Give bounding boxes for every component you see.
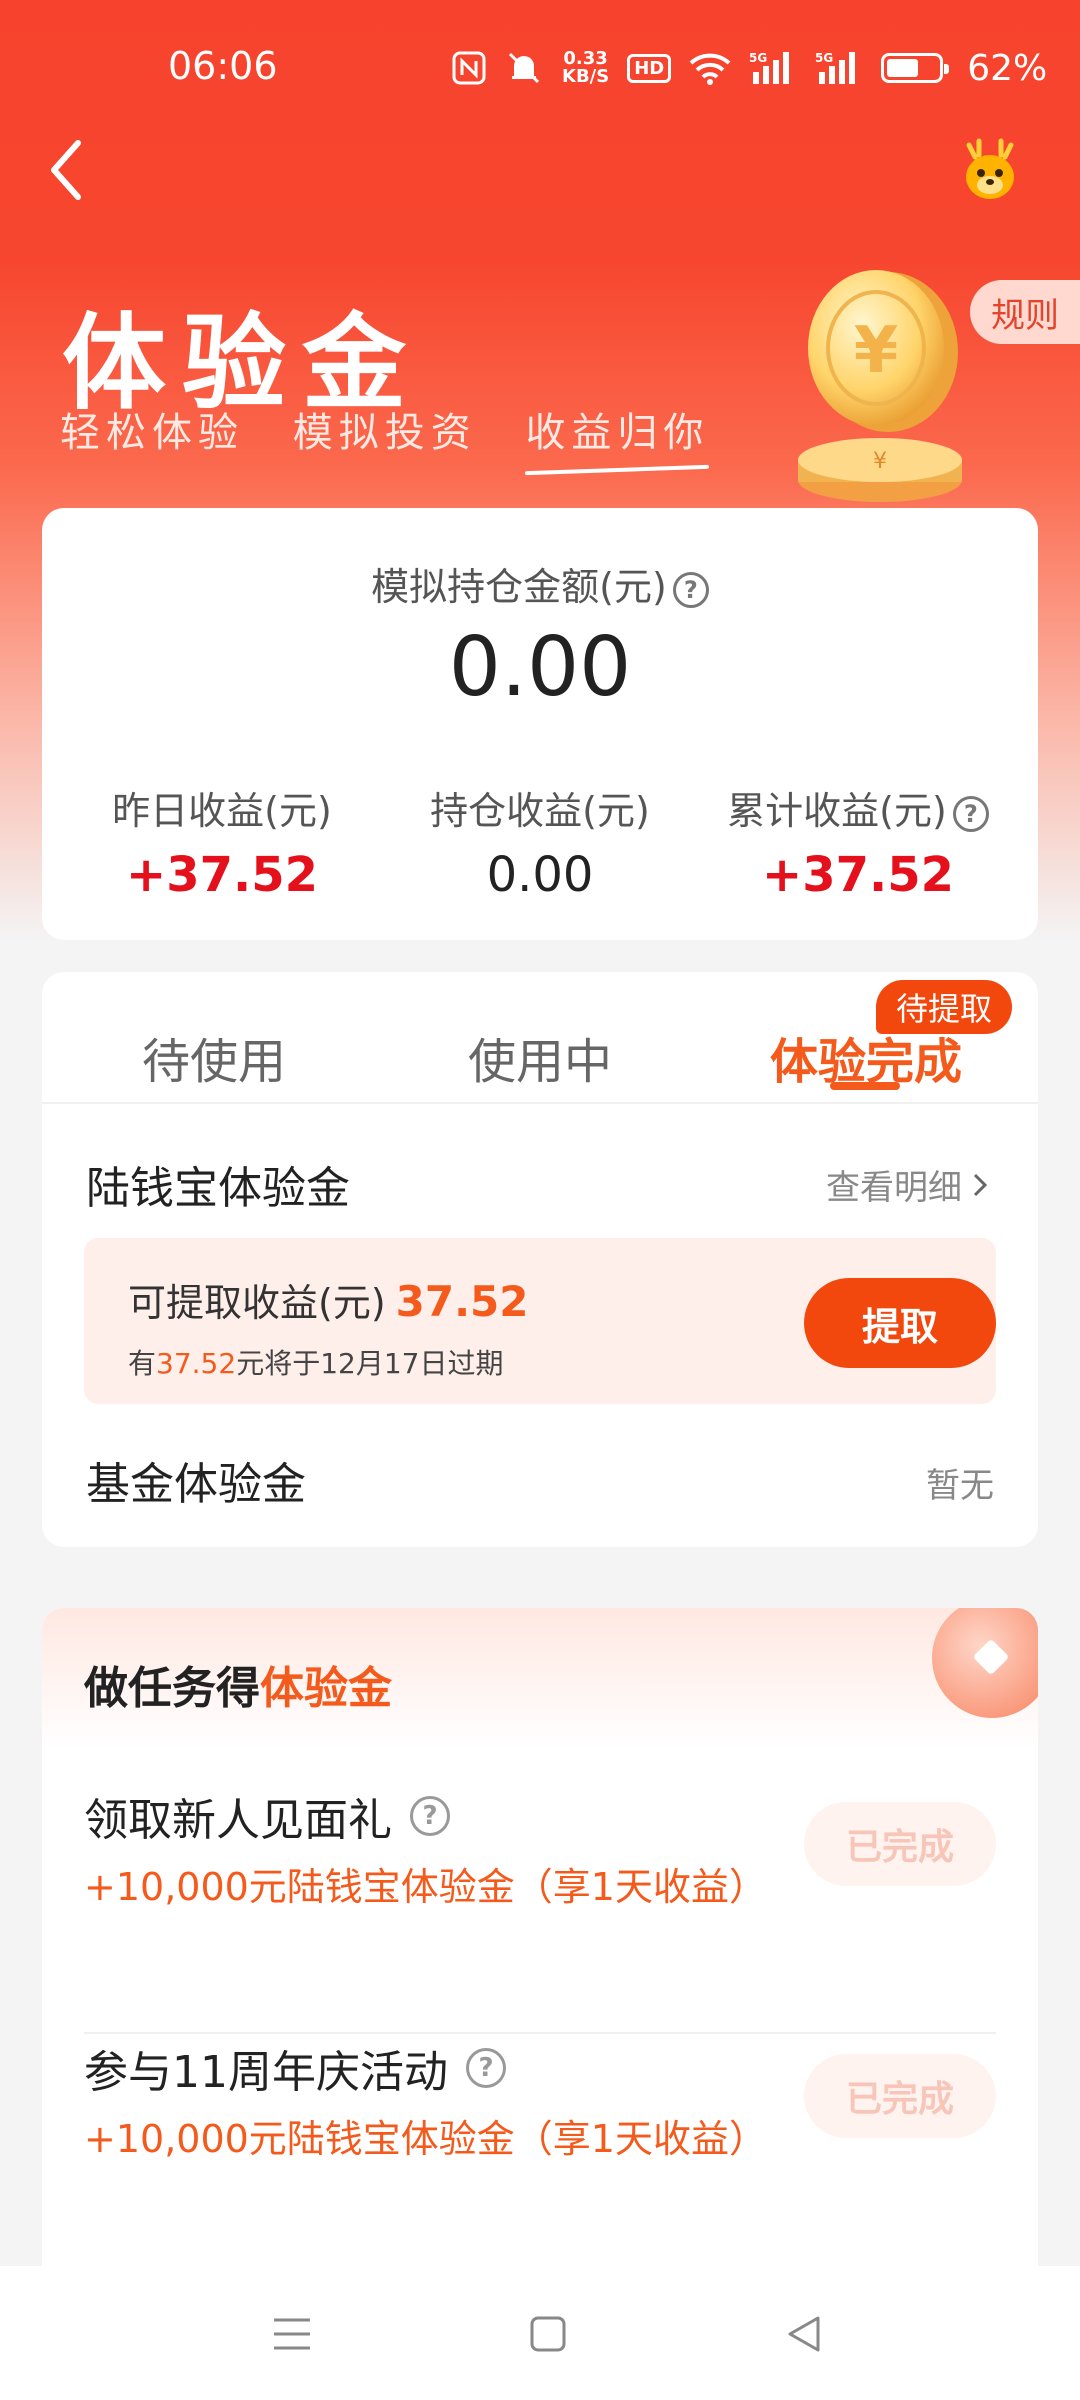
hd-icon: HD bbox=[627, 53, 672, 83]
stat-yesterday-value: +37.52 bbox=[125, 847, 319, 903]
task-item: 参与11周年庆活动? +10,000元陆钱宝体验金（享1天收益） 已完成 bbox=[84, 2036, 996, 2286]
svg-text:¥: ¥ bbox=[854, 314, 899, 388]
chevron-left-icon bbox=[51, 140, 81, 200]
battery-percent: 62% bbox=[967, 47, 1048, 89]
task-reward: +10,000元陆钱宝体验金（享1天收益） bbox=[84, 1865, 767, 1909]
tasks-title: 做任务得体验金 bbox=[84, 1663, 392, 1714]
back-button[interactable] bbox=[38, 135, 98, 205]
withdrawable-box: 可提取收益(元) 37.52 有37.52元将于12月17日过期 提取 bbox=[84, 1238, 996, 1404]
svg-text:5G: 5G bbox=[749, 51, 767, 65]
view-details-link[interactable]: 查看明细 bbox=[826, 1160, 990, 1209]
signal-5g-icon-2: 5G bbox=[815, 50, 863, 86]
help-icon[interactable]: ? bbox=[410, 1796, 450, 1836]
stat-holding-label: 持仓收益(元) bbox=[430, 789, 650, 833]
withdrawable-amount: 37.52 bbox=[395, 1277, 529, 1326]
network-speed: 0.33 KB/S bbox=[562, 48, 610, 87]
stat-yesterday: 昨日收益(元) +37.52 bbox=[72, 780, 372, 903]
stat-total: 累计收益(元)? +37.52 bbox=[708, 780, 1008, 903]
hero-subtitle-2: 模拟投资 bbox=[292, 410, 477, 456]
active-tab-indicator bbox=[830, 1082, 900, 1090]
fund-trial-status: 暂无 bbox=[926, 1466, 994, 1506]
status-icons: 0.33 KB/S HD 5G 5G 62% bbox=[452, 46, 1047, 90]
signal-5g-icon-1: 5G bbox=[749, 50, 797, 86]
rules-button[interactable]: 规则 bbox=[970, 280, 1080, 344]
help-icon[interactable]: ? bbox=[672, 571, 709, 608]
trial-fund-status-card: 待使用 使用中 体验完成 待提取 陆钱宝体验金 查看明细 可提取收益(元) 37.… bbox=[42, 972, 1038, 1547]
fund-trial-title: 基金体验金 bbox=[86, 1459, 306, 1510]
help-icon[interactable]: ? bbox=[952, 795, 989, 832]
task-title: 领取新人见面礼? bbox=[84, 1784, 450, 1848]
svg-text:5G: 5G bbox=[815, 51, 833, 65]
status-time: 06:06 bbox=[168, 44, 278, 88]
hero-subtitle-3: 收益归你 bbox=[525, 410, 710, 456]
status-bar: 06:06 0.33 KB/S HD 5G 5G 62% bbox=[0, 0, 1080, 140]
svg-text:¥: ¥ bbox=[873, 449, 887, 474]
nfc-icon bbox=[452, 51, 486, 85]
deer-mascot-icon[interactable] bbox=[955, 135, 1025, 205]
stat-holding: 持仓收益(元) 0.00 bbox=[390, 780, 690, 903]
tasks-card: 做任务得体验金 领取新人见面礼? +10,000元陆钱宝体验金（享1天收益） 已… bbox=[42, 1608, 1038, 2368]
task-item: 领取新人见面礼? +10,000元陆钱宝体验金（享1天收益） 已完成 bbox=[84, 1784, 996, 2034]
lqb-trial-title: 陆钱宝体验金 bbox=[86, 1163, 350, 1214]
stat-total-label: 累计收益(元)? bbox=[708, 780, 1008, 835]
coin-illustration: ¥ ¥ bbox=[790, 262, 970, 512]
battery-icon bbox=[881, 53, 950, 83]
chevron-right-icon bbox=[973, 1173, 988, 1196]
back-triangle-icon[interactable] bbox=[774, 2304, 834, 2364]
holdings-summary-card: 模拟持仓金额(元)? 0.00 昨日收益(元) +37.52 持仓收益(元) 0… bbox=[42, 508, 1038, 940]
home-icon[interactable] bbox=[518, 2304, 578, 2364]
stat-holding-value: 0.00 bbox=[486, 847, 594, 903]
withdraw-button[interactable]: 提取 bbox=[804, 1278, 996, 1368]
menu-icon[interactable] bbox=[262, 2304, 322, 2364]
wifi-icon bbox=[689, 51, 731, 85]
tab-pending[interactable]: 待使用 bbox=[142, 1022, 286, 1092]
system-nav-bar bbox=[0, 2266, 1080, 2400]
mute-bell-icon bbox=[504, 50, 544, 86]
holding-amount-label: 模拟持仓金额(元)? bbox=[42, 556, 1038, 611]
task-reward: +10,000元陆钱宝体验金（享1天收益） bbox=[84, 2117, 767, 2161]
help-icon[interactable]: ? bbox=[466, 2048, 506, 2088]
task-title: 参与11周年庆活动? bbox=[84, 2036, 506, 2100]
task-completed-button[interactable]: 已完成 bbox=[804, 1802, 996, 1886]
expiry-note: 有37.52元将于12月17日过期 bbox=[128, 1347, 504, 1380]
status-tabs: 待使用 使用中 体验完成 待提取 bbox=[42, 972, 1038, 1104]
stat-total-value: +37.52 bbox=[761, 847, 955, 903]
hero-subtitle-1: 轻松体验 bbox=[60, 410, 244, 456]
holding-amount-value: 0.00 bbox=[448, 620, 632, 715]
stat-yesterday-label: 昨日收益(元) bbox=[112, 789, 332, 833]
hero-subtitle: 轻松体验 模拟投资 收益归你 bbox=[60, 400, 739, 458]
withdrawable-line: 可提取收益(元) 37.52 bbox=[128, 1277, 529, 1326]
tab-in-use[interactable]: 使用中 bbox=[468, 1022, 612, 1092]
task-completed-button[interactable]: 已完成 bbox=[804, 2054, 996, 2138]
pending-withdraw-badge: 待提取 bbox=[876, 980, 1013, 1034]
